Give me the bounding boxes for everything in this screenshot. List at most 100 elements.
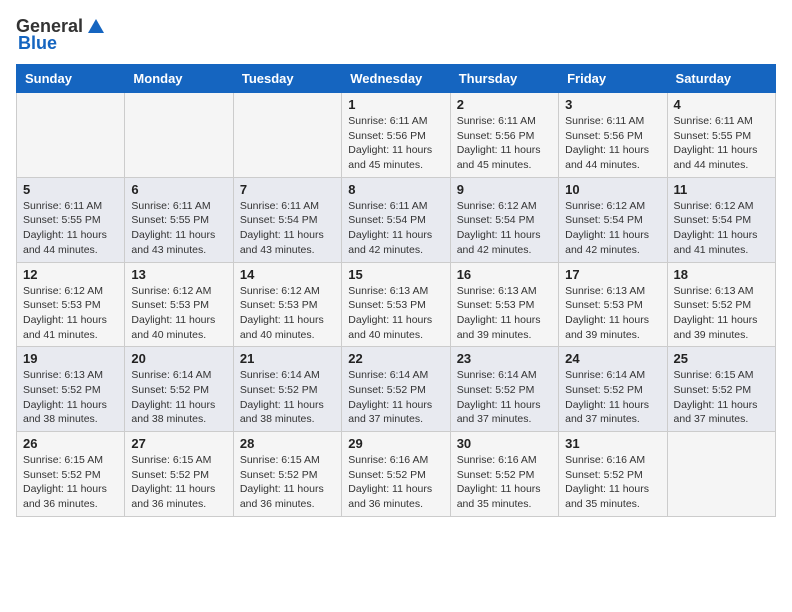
calendar-day-7: 7 Sunrise: 6:11 AM Sunset: 5:54 PM Daylig… xyxy=(233,177,341,262)
header-sunday: Sunday xyxy=(17,65,125,93)
day-number: 1 xyxy=(348,97,443,112)
day-number: 29 xyxy=(348,436,443,451)
day-number: 8 xyxy=(348,182,443,197)
day-info: Sunrise: 6:13 AM Sunset: 5:53 PM Dayligh… xyxy=(348,285,432,341)
calendar-week-5: 26 Sunrise: 6:15 AM Sunset: 5:52 PM Dayli… xyxy=(17,432,776,517)
day-number: 14 xyxy=(240,267,335,282)
day-number: 24 xyxy=(565,351,660,366)
day-number: 18 xyxy=(674,267,769,282)
day-info: Sunrise: 6:15 AM Sunset: 5:52 PM Dayligh… xyxy=(240,454,324,510)
calendar-day-10: 10 Sunrise: 6:12 AM Sunset: 5:54 PM Dayli… xyxy=(559,177,667,262)
header-wednesday: Wednesday xyxy=(342,65,450,93)
calendar-day-31: 31 Sunrise: 6:16 AM Sunset: 5:52 PM Dayli… xyxy=(559,432,667,517)
day-info: Sunrise: 6:14 AM Sunset: 5:52 PM Dayligh… xyxy=(565,369,649,425)
day-number: 30 xyxy=(457,436,552,451)
calendar-week-1: 1 Sunrise: 6:11 AM Sunset: 5:56 PM Daylig… xyxy=(17,93,776,178)
calendar-day-26: 26Sunrise: 6:15 AM Sunset: 5:52 PM Dayli… xyxy=(17,432,125,517)
calendar-day-25: 25 Sunrise: 6:15 AM Sunset: 5:52 PM Dayli… xyxy=(667,347,775,432)
calendar-day-22: 22Sunrise: 6:14 AM Sunset: 5:52 PM Dayli… xyxy=(342,347,450,432)
day-info: Sunrise: 6:13 AM Sunset: 5:52 PM Dayligh… xyxy=(23,369,107,425)
day-number: 21 xyxy=(240,351,335,366)
day-number: 28 xyxy=(240,436,335,451)
empty-cell xyxy=(233,93,341,178)
day-number: 4 xyxy=(674,97,769,112)
calendar-day-14: 14 Sunrise: 6:12 AM Sunset: 5:53 PM Dayli… xyxy=(233,262,341,347)
day-info: Sunrise: 6:16 AM Sunset: 5:52 PM Dayligh… xyxy=(457,454,541,510)
day-number: 27 xyxy=(131,436,226,451)
calendar-day-12: 12 Sunrise: 6:12 AM Sunset: 5:53 PM Dayli… xyxy=(17,262,125,347)
calendar-day-17: 17 Sunrise: 6:13 AM Sunset: 5:53 PM Dayli… xyxy=(559,262,667,347)
calendar-day-30: 30 Sunrise: 6:16 AM Sunset: 5:52 PM Dayli… xyxy=(450,432,558,517)
day-number: 17 xyxy=(565,267,660,282)
day-number: 25 xyxy=(674,351,769,366)
day-info: Sunrise: 6:16 AM Sunset: 5:52 PM Dayligh… xyxy=(348,454,432,510)
day-info: Sunrise: 6:13 AM Sunset: 5:53 PM Dayligh… xyxy=(565,285,649,341)
calendar-day-24: 24 Sunrise: 6:14 AM Sunset: 5:52 PM Dayli… xyxy=(559,347,667,432)
header-friday: Friday xyxy=(559,65,667,93)
calendar-header-row: SundayMondayTuesdayWednesdayThursdayFrid… xyxy=(17,65,776,93)
header-tuesday: Tuesday xyxy=(233,65,341,93)
day-number: 16 xyxy=(457,267,552,282)
day-info: Sunrise: 6:11 AM Sunset: 5:54 PM Dayligh… xyxy=(240,200,324,256)
calendar-day-27: 27Sunrise: 6:15 AM Sunset: 5:52 PM Dayli… xyxy=(125,432,233,517)
day-info: Sunrise: 6:12 AM Sunset: 5:54 PM Dayligh… xyxy=(565,200,649,256)
calendar-day-1: 1 Sunrise: 6:11 AM Sunset: 5:56 PM Daylig… xyxy=(342,93,450,178)
day-number: 26 xyxy=(23,436,118,451)
calendar-day-8: 8 Sunrise: 6:11 AM Sunset: 5:54 PM Daylig… xyxy=(342,177,450,262)
calendar-day-11: 11 Sunrise: 6:12 AM Sunset: 5:54 PM Dayli… xyxy=(667,177,775,262)
logo: General Blue xyxy=(16,16,107,54)
day-info: Sunrise: 6:11 AM Sunset: 5:56 PM Dayligh… xyxy=(457,115,541,171)
calendar-day-9: 9 Sunrise: 6:12 AM Sunset: 5:54 PM Daylig… xyxy=(450,177,558,262)
day-number: 12 xyxy=(23,267,118,282)
empty-cell xyxy=(667,432,775,517)
day-info: Sunrise: 6:14 AM Sunset: 5:52 PM Dayligh… xyxy=(457,369,541,425)
day-info: Sunrise: 6:12 AM Sunset: 5:54 PM Dayligh… xyxy=(674,200,758,256)
day-info: Sunrise: 6:11 AM Sunset: 5:56 PM Dayligh… xyxy=(565,115,649,171)
day-info: Sunrise: 6:13 AM Sunset: 5:53 PM Dayligh… xyxy=(457,285,541,341)
day-number: 15 xyxy=(348,267,443,282)
empty-cell xyxy=(17,93,125,178)
calendar-day-19: 19 Sunrise: 6:13 AM Sunset: 5:52 PM Dayli… xyxy=(17,347,125,432)
day-info: Sunrise: 6:11 AM Sunset: 5:54 PM Dayligh… xyxy=(348,200,432,256)
day-info: Sunrise: 6:12 AM Sunset: 5:54 PM Dayligh… xyxy=(457,200,541,256)
logo-icon xyxy=(86,17,106,37)
day-info: Sunrise: 6:11 AM Sunset: 5:55 PM Dayligh… xyxy=(131,200,215,256)
day-number: 23 xyxy=(457,351,552,366)
calendar-day-23: 23 Sunrise: 6:14 AM Sunset: 5:52 PM Dayli… xyxy=(450,347,558,432)
day-number: 10 xyxy=(565,182,660,197)
day-number: 2 xyxy=(457,97,552,112)
day-number: 19 xyxy=(23,351,118,366)
calendar-table: SundayMondayTuesdayWednesdayThursdayFrid… xyxy=(16,64,776,517)
day-number: 31 xyxy=(565,436,660,451)
day-info: Sunrise: 6:14 AM Sunset: 5:52 PM Dayligh… xyxy=(240,369,324,425)
calendar-day-3: 3 Sunrise: 6:11 AM Sunset: 5:56 PM Daylig… xyxy=(559,93,667,178)
calendar-day-6: 6 Sunrise: 6:11 AM Sunset: 5:55 PM Daylig… xyxy=(125,177,233,262)
day-info: Sunrise: 6:14 AM Sunset: 5:52 PM Dayligh… xyxy=(348,369,432,425)
calendar-day-13: 13Sunrise: 6:12 AM Sunset: 5:53 PM Dayli… xyxy=(125,262,233,347)
calendar-day-29: 29 Sunrise: 6:16 AM Sunset: 5:52 PM Dayli… xyxy=(342,432,450,517)
day-number: 5 xyxy=(23,182,118,197)
calendar-day-2: 2 Sunrise: 6:11 AM Sunset: 5:56 PM Daylig… xyxy=(450,93,558,178)
day-info: Sunrise: 6:14 AM Sunset: 5:52 PM Dayligh… xyxy=(131,369,215,425)
day-info: Sunrise: 6:15 AM Sunset: 5:52 PM Dayligh… xyxy=(674,369,758,425)
day-info: Sunrise: 6:16 AM Sunset: 5:52 PM Dayligh… xyxy=(565,454,649,510)
calendar-day-4: 4Sunrise: 6:11 AM Sunset: 5:55 PM Daylig… xyxy=(667,93,775,178)
calendar-day-21: 21 Sunrise: 6:14 AM Sunset: 5:52 PM Dayli… xyxy=(233,347,341,432)
calendar-day-15: 15 Sunrise: 6:13 AM Sunset: 5:53 PM Dayli… xyxy=(342,262,450,347)
day-info: Sunrise: 6:13 AM Sunset: 5:52 PM Dayligh… xyxy=(674,285,758,341)
calendar-day-28: 28 Sunrise: 6:15 AM Sunset: 5:52 PM Dayli… xyxy=(233,432,341,517)
page-header: General Blue xyxy=(16,16,776,54)
day-info: Sunrise: 6:12 AM Sunset: 5:53 PM Dayligh… xyxy=(23,285,107,341)
calendar-week-4: 19 Sunrise: 6:13 AM Sunset: 5:52 PM Dayli… xyxy=(17,347,776,432)
day-number: 3 xyxy=(565,97,660,112)
day-number: 7 xyxy=(240,182,335,197)
calendar-day-5: 5 Sunrise: 6:11 AM Sunset: 5:55 PM Daylig… xyxy=(17,177,125,262)
day-info: Sunrise: 6:11 AM Sunset: 5:56 PM Dayligh… xyxy=(348,115,432,171)
day-number: 9 xyxy=(457,182,552,197)
calendar-day-18: 18 Sunrise: 6:13 AM Sunset: 5:52 PM Dayli… xyxy=(667,262,775,347)
day-number: 6 xyxy=(131,182,226,197)
day-info: Sunrise: 6:12 AM Sunset: 5:53 PM Dayligh… xyxy=(131,285,215,341)
day-number: 11 xyxy=(674,182,769,197)
day-info: Sunrise: 6:12 AM Sunset: 5:53 PM Dayligh… xyxy=(240,285,324,341)
day-info: Sunrise: 6:11 AM Sunset: 5:55 PM Dayligh… xyxy=(23,200,107,256)
